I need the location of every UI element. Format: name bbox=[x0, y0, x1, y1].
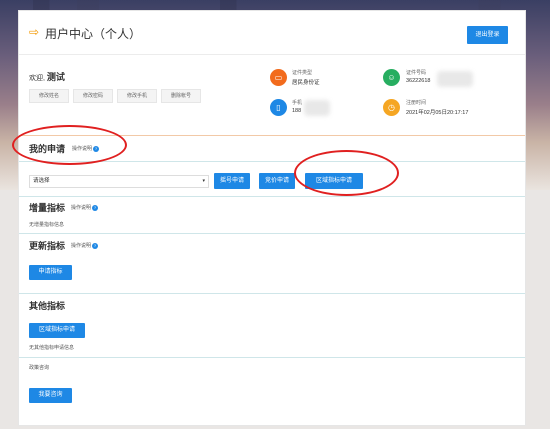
phone-value: 188 bbox=[292, 108, 302, 114]
help-icon: ? bbox=[92, 204, 99, 211]
change-phone-button[interactable]: 修改手机 bbox=[117, 89, 157, 103]
divider bbox=[19, 293, 525, 294]
clock-icon: ◷ bbox=[383, 99, 400, 116]
regional-quota-button[interactable]: 区域指标申请 bbox=[29, 323, 85, 338]
application-type-select[interactable]: 请选择 ▾ bbox=[29, 175, 209, 188]
increment-quota-help[interactable]: 操作说明? bbox=[71, 204, 99, 211]
delete-account-button[interactable]: 删除帐号 bbox=[161, 89, 201, 103]
page-header: ⇨ 用户中心（个人） 退出登录 bbox=[19, 11, 525, 55]
divider bbox=[19, 233, 525, 234]
edit-name-button[interactable]: 修改姓名 bbox=[29, 89, 69, 103]
help-icon: ? bbox=[92, 242, 99, 249]
other-quota-title: 其他指标 bbox=[29, 301, 66, 311]
redacted-phone bbox=[304, 100, 330, 116]
divider bbox=[19, 196, 525, 197]
phone-icon: ▯ bbox=[270, 99, 287, 116]
user-name: 测试 bbox=[46, 72, 65, 82]
chevron-down-icon: ▾ bbox=[202, 178, 205, 184]
change-password-button[interactable]: 修改密码 bbox=[73, 89, 113, 103]
consult-button[interactable]: 我要咨询 bbox=[29, 388, 72, 403]
phone-label: 手机 bbox=[292, 100, 303, 106]
increment-quota-title: 增量指标 bbox=[29, 203, 66, 213]
id-number-label: 证件号码 bbox=[406, 70, 427, 76]
id-number-icon: ☺ bbox=[383, 69, 400, 86]
policy-title: 政策咨询 bbox=[29, 365, 50, 371]
id-card-icon: ▭ bbox=[270, 69, 287, 86]
id-type-value: 居民身份证 bbox=[292, 80, 320, 86]
divider bbox=[19, 357, 525, 358]
register-label: 注册时间 bbox=[406, 100, 427, 106]
bid-apply-button[interactable]: 竞价申请 bbox=[259, 173, 295, 189]
lottery-apply-button[interactable]: 摇号申请 bbox=[214, 173, 250, 189]
redacted-id-number bbox=[437, 71, 473, 87]
page-title: 用户中心（个人） bbox=[45, 27, 142, 41]
annotation-circle-my-applications bbox=[12, 125, 127, 165]
update-quota-help[interactable]: 操作说明? bbox=[71, 242, 99, 249]
annotation-circle-regional-apply bbox=[294, 150, 399, 196]
id-number-value: 36222618 bbox=[406, 78, 431, 84]
register-value: 2021年02月05日20:17:17 bbox=[406, 110, 469, 116]
update-quota-title: 更新指标 bbox=[29, 241, 66, 251]
arrow-right-icon: ⇨ bbox=[29, 25, 40, 39]
user-center-panel: ⇨ 用户中心（个人） 退出登录 欢迎, 测试 修改姓名 修改密码 修改手机 删除… bbox=[18, 10, 526, 426]
other-quota-empty: 无其他指标申请信息 bbox=[29, 345, 75, 351]
welcome-text: 欢迎, 测试 bbox=[29, 70, 65, 83]
increment-quota-empty: 无增量指标信息 bbox=[29, 222, 65, 228]
id-type-label: 证件类型 bbox=[292, 70, 313, 76]
apply-quota-button[interactable]: 申请指标 bbox=[29, 265, 72, 280]
welcome-prefix: 欢迎, bbox=[29, 75, 45, 82]
logout-button[interactable]: 退出登录 bbox=[467, 26, 508, 44]
